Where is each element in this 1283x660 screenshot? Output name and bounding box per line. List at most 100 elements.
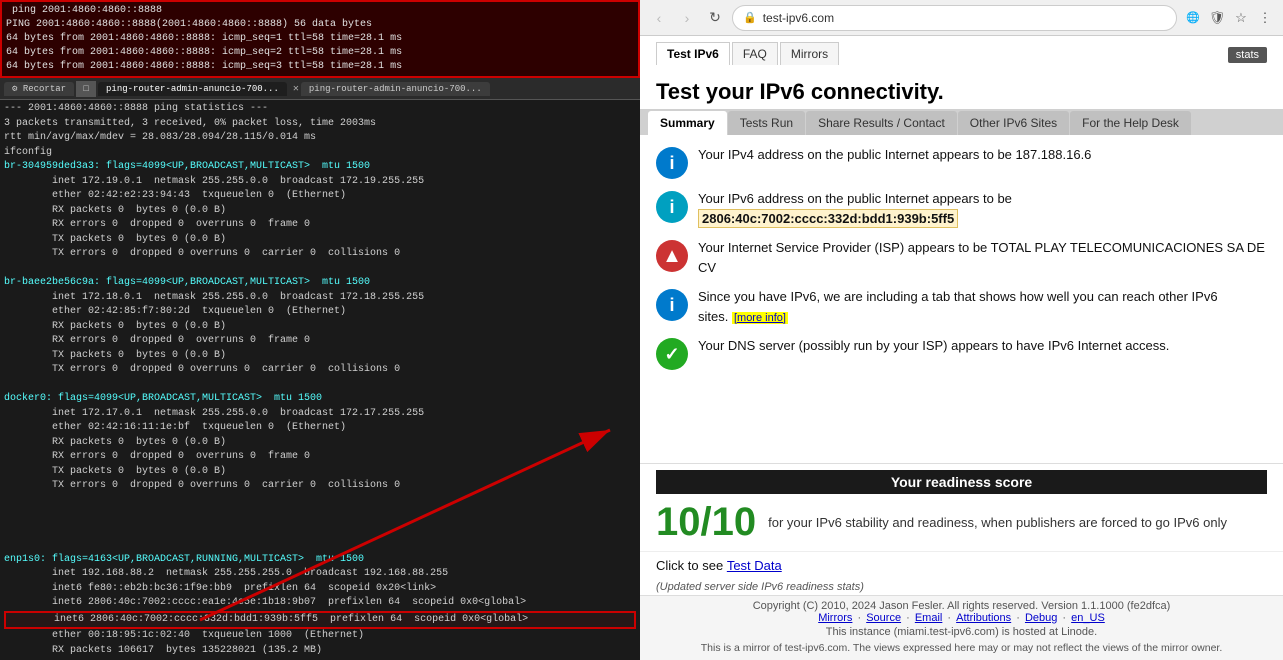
terminal-bottom-block: enp1s0: flags=4163<UP,BROADCAST,RUNNING,… [0, 551, 640, 660]
terminal-panel: ping 2001:4860:4860::8888 PING 2001:4860… [0, 0, 640, 660]
debug-link[interactable]: Debug [1025, 612, 1057, 624]
terminal-line: 3 packets transmitted, 3 received, 0% pa… [4, 117, 636, 132]
terminal-line: 64 bytes from 2001:4860:4860::8888: icmp… [6, 60, 634, 74]
url-text: test-ipv6.com [763, 11, 834, 25]
tab-share-results[interactable]: Share Results / Contact [806, 111, 957, 135]
browser-icons: 🌐 🛡 ☆ ⋮ [1183, 8, 1275, 28]
info-text-ipv6-tabs: Since you have IPv6, we are including a … [698, 287, 1267, 326]
url-bar[interactable]: 🔒 test-ipv6.com [732, 5, 1177, 31]
terminal-line: inet 172.19.0.1 netmask 255.255.0.0 broa… [4, 175, 636, 190]
terminal-line: --- 2001:4860:4860::8888 ping statistics… [4, 102, 636, 117]
source-link[interactable]: Source [866, 612, 901, 624]
terminal-line: ping 2001:4860:4860::8888 [6, 4, 634, 18]
close-icon[interactable]: ✕ [293, 83, 299, 95]
terminal-line: PING 2001:4860:4860::8888(2001:4860:4860… [6, 18, 634, 32]
info-row-dns: ✓ Your DNS server (possibly run by your … [656, 336, 1267, 370]
locale-link[interactable]: en_US [1071, 612, 1105, 624]
browser-toolbar: ‹ › ↻ 🔒 test-ipv6.com 🌐 🛡 ☆ ⋮ [640, 0, 1283, 36]
translate-icon[interactable]: 🌐 [1183, 8, 1203, 28]
terminal-line: br-baee2be56c9a: flags=4099<UP,BROADCAST… [4, 276, 636, 291]
site-tab-faq[interactable]: FAQ [732, 42, 778, 65]
terminal-line: docker0: flags=4099<UP,BROADCAST,MULTICA… [4, 392, 636, 407]
back-button[interactable]: ‹ [648, 7, 670, 29]
terminal-line: rtt min/avg/max/mdev = 28.083/28.094/28.… [4, 131, 636, 146]
browser-panel: ‹ › ↻ 🔒 test-ipv6.com 🌐 🛡 ☆ ⋮ Test IPv6 … [640, 0, 1283, 660]
info-icon-blue: i [656, 147, 688, 179]
star-icon[interactable]: ☆ [1231, 8, 1251, 28]
info-row-ipv6-tabs: i Since you have IPv6, we are including … [656, 287, 1267, 326]
updated-text: (Updated server side IPv6 readiness stat… [640, 579, 1283, 595]
info-row-ipv6: i Your IPv6 address on the public Intern… [656, 189, 1267, 228]
site-tab-test-ipv6[interactable]: Test IPv6 [656, 42, 730, 65]
terminal-tab-active[interactable]: ping-router-admin-anuncio-700... [98, 82, 287, 96]
readiness-section: Your readiness score 10/10 for your IPv6… [640, 463, 1283, 551]
hosted-text: This instance (miami.test-ipv6.com) is h… [656, 624, 1267, 640]
terminal-line: RX packets 106617 bytes 135228021 (135.2… [4, 644, 636, 659]
info-icon-blue-2: i [656, 289, 688, 321]
mirrors-link[interactable]: Mirrors [818, 612, 852, 624]
info-text-ipv6: Your IPv6 address on the public Internet… [698, 189, 1267, 228]
terminal-tab[interactable]: ⚙ Recortar [4, 82, 74, 96]
terminal-line: RX packets 0 bytes 0 (0.0 B) [4, 436, 636, 451]
copyright-text: Copyright (C) 2010, 2024 Jason Fesler. A… [656, 600, 1267, 612]
content-tabs: Summary Tests Run Share Results / Contac… [640, 109, 1283, 135]
footer-section: Copyright (C) 2010, 2024 Jason Fesler. A… [640, 595, 1283, 660]
test-data-link[interactable]: Test Data [727, 558, 782, 573]
terminal-line [4, 262, 636, 277]
terminal-line: TX errors 0 dropped 0 overruns 0 carrier… [4, 363, 636, 378]
lock-icon: 🔒 [743, 11, 757, 24]
terminal-line: ether 02:42:e2:23:94:43 txqueuelen 0 (Et… [4, 189, 636, 204]
terminal-line: RX errors 0 dropped 0 overruns 0 frame 0 [4, 218, 636, 233]
readiness-header: Your readiness score [656, 470, 1267, 494]
checkmark-icon: ✓ [656, 338, 688, 370]
attributions-link[interactable]: Attributions [956, 612, 1011, 624]
info-icon-teal: i [656, 191, 688, 223]
terminal-line: RX packets 0 bytes 0 (0.0 B) [4, 204, 636, 219]
terminal-line: ether 02:42:16:11:1e:bf txqueuelen 0 (Et… [4, 421, 636, 436]
terminal-line: inet 192.168.88.2 netmask 255.255.255.0 … [4, 567, 636, 582]
terminal-line: inet6 fe80::eb2b:bc36:1f9e:bb9 prefixlen… [4, 582, 636, 597]
readiness-score-row: 10/10 for your IPv6 stability and readin… [656, 500, 1267, 545]
test-data-row: Click to see Test Data [640, 551, 1283, 579]
shield-icon[interactable]: 🛡 [1207, 8, 1227, 28]
terminal-line: 64 bytes from 2001:4860:4860::8888: icmp… [6, 46, 634, 60]
refresh-button[interactable]: ↻ [704, 7, 726, 29]
score-number: 10/10 [656, 500, 756, 545]
terminal-line: TX packets 0 bytes 0 (0.0 B) [4, 465, 636, 480]
page-title: Test your IPv6 connectivity. [640, 71, 1283, 109]
terminal-top-block: ping 2001:4860:4860::8888 PING 2001:4860… [0, 0, 640, 78]
info-text-dns: Your DNS server (possibly run by your IS… [698, 336, 1267, 356]
ipv6-address: 2806:40c:7002:cccc:332d:bdd1:939b:5ff5 [698, 209, 958, 228]
info-text-isp: Your Internet Service Provider (ISP) app… [698, 238, 1267, 277]
more-info-link[interactable]: [more info] [732, 312, 788, 324]
content-area: i Your IPv4 address on the public Intern… [640, 135, 1283, 463]
terminal-line: TX packets 0 bytes 0 (0.0 B) [4, 233, 636, 248]
terminal-line: 64 bytes from 2001:4860:4860::8888: icmp… [6, 32, 634, 46]
site-header: Test IPv6 FAQ Mirrors stats [640, 36, 1283, 71]
site-tab-mirrors[interactable]: Mirrors [780, 42, 839, 65]
tab-help-desk[interactable]: For the Help Desk [1070, 111, 1191, 135]
menu-icon[interactable]: ⋮ [1255, 8, 1275, 28]
forward-button[interactable]: › [676, 7, 698, 29]
terminal-line: TX errors 0 dropped 0 overruns 0 carrier… [4, 479, 636, 494]
stats-button[interactable]: stats [1228, 47, 1267, 63]
terminal-line: inet6 2806:40c:7002:cccc:ea1e:4e5e:1b18:… [4, 596, 636, 611]
terminal-line: TX errors 0 dropped 0 overruns 0 carrier… [4, 247, 636, 262]
terminal-line: RX errors 0 dropped 0 overruns 0 frame 0 [4, 450, 636, 465]
terminal-line [4, 378, 636, 393]
terminal-tabs: ⚙ Recortar □ ping-router-admin-anuncio-7… [0, 78, 640, 100]
footer-links: Mirrors · Source · Email · Attributions … [656, 612, 1267, 624]
tab-summary[interactable]: Summary [648, 111, 727, 135]
arrow-icon: ▲ [656, 240, 688, 272]
info-row-ipv4: i Your IPv4 address on the public Intern… [656, 145, 1267, 179]
terminal-line: inet 172.18.0.1 netmask 255.255.0.0 broa… [4, 291, 636, 306]
score-description: for your IPv6 stability and readiness, w… [768, 515, 1267, 530]
terminal-line: br-304959ded3a3: flags=4099<UP,BROADCAST… [4, 160, 636, 175]
terminal-tab-2[interactable]: ping-router-admin-anuncio-700... [301, 82, 490, 96]
tab-tests-run[interactable]: Tests Run [728, 111, 805, 135]
highlighted-terminal-line: inet6 2806:40c:7002:cccc:332d:bdd1:939b:… [4, 611, 636, 630]
mirror-text: This is a mirror of test-ipv6.com. The v… [656, 640, 1267, 656]
tab-other-sites[interactable]: Other IPv6 Sites [958, 111, 1069, 135]
terminal-line: RX errors 0 dropped 0 overruns 0 frame 0 [4, 334, 636, 349]
email-link[interactable]: Email [915, 612, 943, 624]
